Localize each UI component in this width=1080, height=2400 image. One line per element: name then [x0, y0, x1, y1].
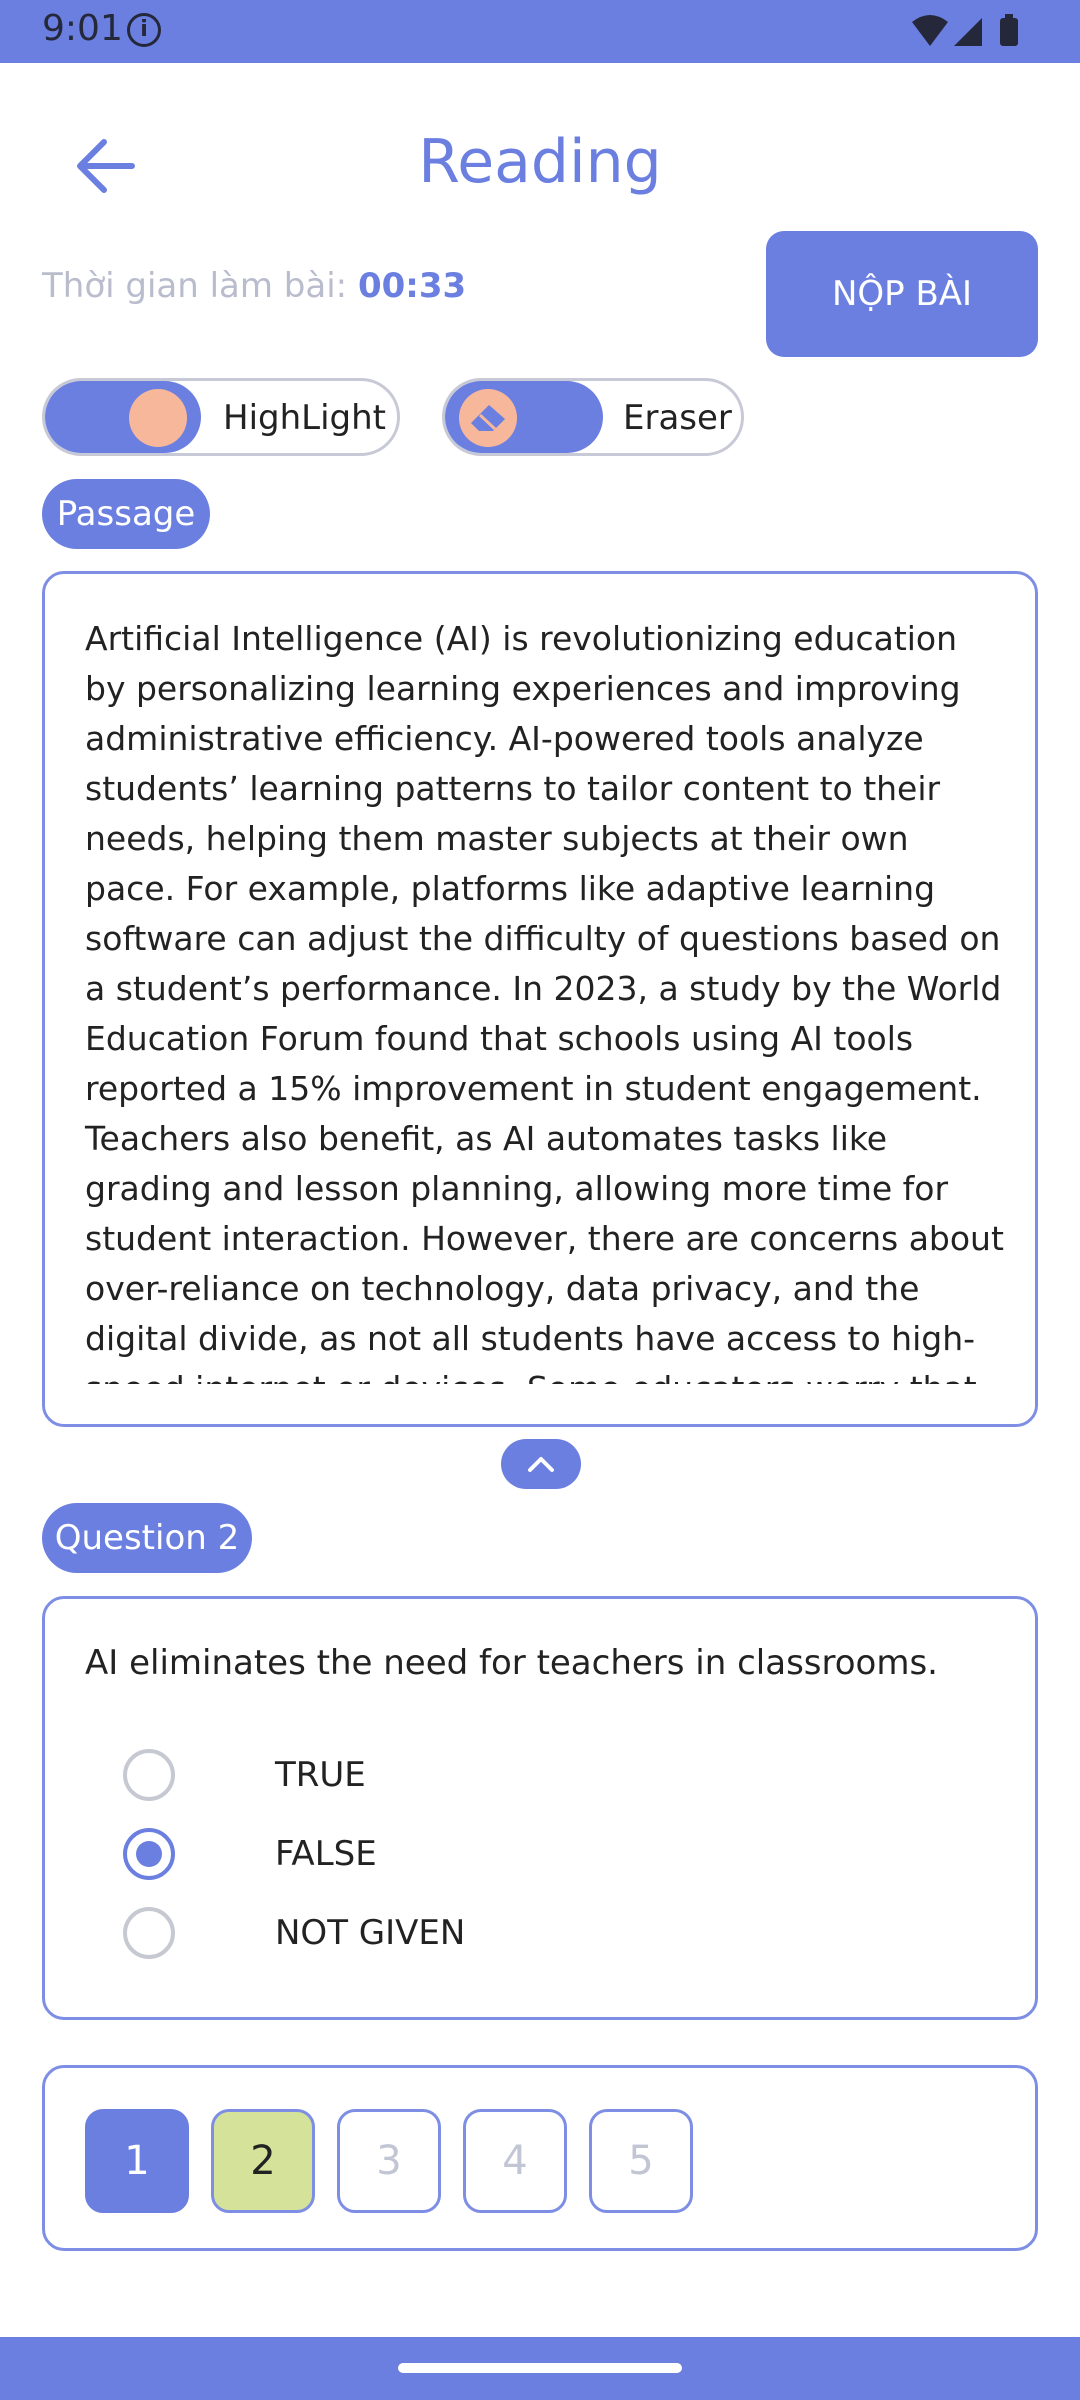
- radio-true[interactable]: [123, 1749, 175, 1801]
- option-label: FALSE: [275, 1834, 377, 1874]
- signal-icon: [954, 18, 982, 46]
- status-icons: [910, 14, 1030, 48]
- submit-button[interactable]: NỘP BÀI: [766, 231, 1038, 357]
- timer-label: Thời gian làm bài:: [42, 266, 348, 306]
- eraser-label: Eraser: [623, 398, 732, 438]
- passage-fade: [45, 1384, 1035, 1424]
- option-false[interactable]: FALSE: [123, 1824, 723, 1884]
- system-nav-bar: [0, 2337, 1080, 2400]
- radio-false[interactable]: [123, 1828, 175, 1880]
- highlight-toggle[interactable]: HighLight: [42, 378, 400, 456]
- collapse-button[interactable]: [501, 1439, 581, 1489]
- passage-box[interactable]: Artificial Intelligence (AI) is revoluti…: [42, 571, 1038, 1427]
- question-nav-4[interactable]: 4: [463, 2109, 567, 2213]
- passage-text[interactable]: Artificial Intelligence (AI) is revoluti…: [85, 614, 1005, 1424]
- question-navigator: 1 2 3 4 5: [42, 2065, 1038, 2251]
- question-badge: Question 2: [42, 1503, 252, 1573]
- question-nav-2[interactable]: 2: [211, 2109, 315, 2213]
- wifi-icon: [912, 15, 948, 46]
- info-icon: i: [127, 13, 161, 47]
- eraser-toggle[interactable]: Eraser: [442, 378, 744, 456]
- question-nav-3[interactable]: 3: [337, 2109, 441, 2213]
- passage-badge: Passage: [42, 479, 210, 549]
- status-time: 9:01: [42, 8, 123, 49]
- option-label: NOT GIVEN: [275, 1913, 466, 1953]
- home-indicator[interactable]: [398, 2363, 682, 2373]
- option-label: TRUE: [275, 1755, 366, 1795]
- timer: Thời gian làm bài: 00:33: [42, 266, 466, 306]
- eraser-toggle-knob: [459, 389, 517, 447]
- option-true[interactable]: TRUE: [123, 1745, 723, 1805]
- page-title: Reading: [418, 127, 662, 197]
- question-box: AI eliminates the need for teachers in c…: [42, 1596, 1038, 2020]
- question-nav-1[interactable]: 1: [85, 2109, 189, 2213]
- question-nav-5[interactable]: 5: [589, 2109, 693, 2213]
- option-not-given[interactable]: NOT GIVEN: [123, 1903, 723, 1963]
- radio-not-given[interactable]: [123, 1907, 175, 1959]
- status-bar: 9:01 i: [0, 0, 1080, 63]
- highlight-toggle-knob: [129, 389, 187, 447]
- question-text: AI eliminates the need for teachers in c…: [85, 1643, 938, 1683]
- timer-value: 00:33: [357, 266, 467, 306]
- highlight-label: HighLight: [223, 398, 386, 438]
- battery-icon: [1000, 18, 1018, 46]
- eraser-icon: [471, 405, 505, 431]
- chevron-up-icon: [528, 1457, 554, 1472]
